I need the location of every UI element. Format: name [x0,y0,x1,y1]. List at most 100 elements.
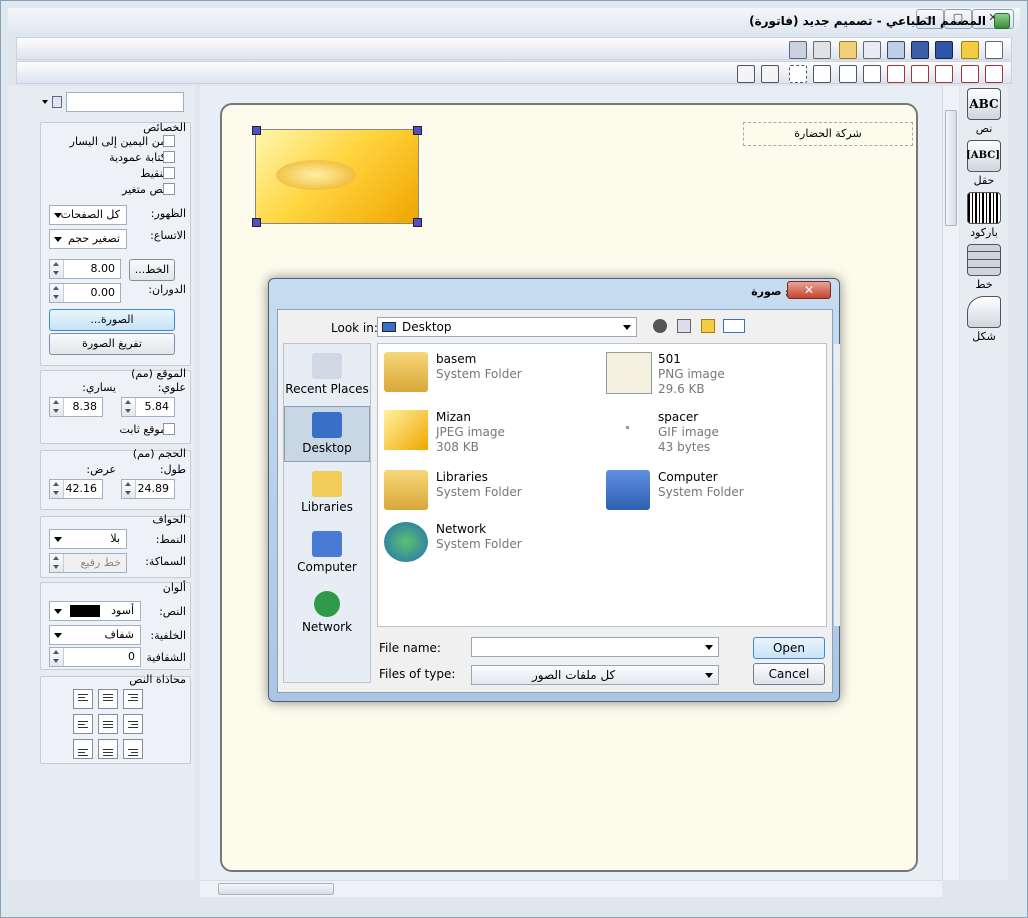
dotted-checkbox[interactable] [163,167,175,179]
place-label: Computer [297,560,357,574]
shape-tool[interactable]: شكل [963,296,1005,343]
align-top-right-button[interactable] [123,689,143,709]
company-text-field[interactable]: شركة الحضارة [743,122,913,146]
vertical-text-checkbox[interactable] [163,151,175,163]
chevron-down-icon[interactable] [42,100,48,104]
align-hcenter-icon[interactable] [839,65,857,83]
center-icon[interactable] [863,65,881,83]
copy-icon[interactable] [863,41,881,59]
clear-image-button[interactable]: تفريغ الصورة [49,333,175,355]
vertical-scrollbar[interactable] [942,86,959,880]
visibility-select[interactable]: كل الصفحات [49,205,127,225]
bg-color-select[interactable]: شفاف [49,625,141,645]
dialog-close-button[interactable]: ✕ [787,281,831,299]
align-right-icon[interactable] [935,65,953,83]
align-bottom-left-button[interactable] [73,739,93,759]
filetype-select[interactable]: كل ملفات الصور [471,665,719,685]
resize-handle[interactable] [252,126,261,135]
horizontal-scrollbar[interactable] [200,880,942,897]
file-item[interactable]: 501 PNG image 29.6 KB [606,352,725,397]
image-button[interactable]: الصورة... [49,309,175,331]
align-top-left-button[interactable] [73,689,93,709]
up-folder-icon[interactable] [677,319,691,333]
file-list-scrollbar[interactable] [834,344,840,626]
look-in-select[interactable]: Desktop [377,317,637,337]
align-left-icon[interactable] [911,65,929,83]
cancel-button[interactable]: Cancel [753,663,825,685]
text-tool[interactable]: ABC نص [963,88,1005,135]
field-tool[interactable]: [ABC] حقل [963,140,1005,187]
open-button[interactable]: Open [753,637,825,659]
spinner-arrows[interactable] [50,480,64,498]
line-tool[interactable]: خط [963,244,1005,291]
selected-image[interactable] [252,126,422,227]
spinner-arrows[interactable] [50,648,64,666]
align-middle-right-button[interactable] [123,714,143,734]
look-in-label: Look in: [331,321,378,335]
place-network[interactable]: Network [284,586,370,642]
select-all-icon[interactable] [789,65,807,83]
length-spinner[interactable]: 24.89 [121,479,175,499]
align-top-center-button[interactable] [98,689,118,709]
file-item[interactable]: Network System Folder [384,522,522,562]
resize-handle[interactable] [252,218,261,227]
save-as-icon[interactable] [911,41,929,59]
left-spinner[interactable]: 8.38 [49,397,103,417]
new-folder-icon[interactable] [701,319,715,333]
place-recent[interactable]: Recent Places [284,348,370,404]
border-style-select[interactable]: بلا [49,529,127,549]
spinner-arrows[interactable] [122,480,136,498]
rtl-checkbox[interactable] [163,135,175,147]
save-icon[interactable] [935,41,953,59]
variable-text-checkbox[interactable] [163,183,175,195]
align-middle-left-button[interactable] [73,714,93,734]
spinner-arrows[interactable] [50,260,64,278]
open-folder-icon[interactable] [961,41,979,59]
element-selector[interactable] [66,92,184,112]
scroll-thumb[interactable] [945,110,957,226]
bring-front-icon[interactable] [737,65,755,83]
place-libraries[interactable]: Libraries [284,466,370,522]
spinner-arrows[interactable] [50,554,64,572]
stretch-select[interactable]: تصغير حجم [49,229,127,249]
text-color-select[interactable]: أسود [49,601,141,621]
barcode-tool[interactable]: باركود [963,192,1005,239]
send-back-icon[interactable] [761,65,779,83]
back-icon[interactable] [653,319,667,333]
align-vcenter-icon[interactable] [813,65,831,83]
top-spinner[interactable]: 5.84 [121,397,175,417]
place-computer[interactable]: Computer [284,526,370,582]
align-bottom-right-button[interactable] [123,739,143,759]
thickness-spinner[interactable]: خط رفيع [49,553,127,573]
file-item[interactable]: Libraries System Folder [384,470,522,510]
resize-handle[interactable] [413,218,422,227]
view-menu-icon[interactable] [723,319,745,333]
font-size-spinner[interactable]: 8.00 [49,259,121,279]
spinner-arrows[interactable] [50,398,64,416]
fixed-position-checkbox[interactable] [163,423,175,435]
spinner-arrows[interactable] [50,284,64,302]
align-bottom-center-button[interactable] [98,739,118,759]
new-file-icon[interactable] [985,41,1003,59]
print-icon[interactable] [813,41,831,59]
filename-input[interactable] [471,637,719,657]
align-bottom-icon[interactable] [985,65,1003,83]
opacity-spinner[interactable]: 0 [49,647,141,667]
file-item[interactable]: spacer GIF image 43 bytes [606,410,719,455]
file-item[interactable]: Computer System Folder [606,470,744,510]
width-spinner[interactable]: 42.16 [49,479,103,499]
align-middle-center-button[interactable] [98,714,118,734]
file-item[interactable]: Mizan JPEG image 308 KB [384,410,505,455]
paste-icon[interactable] [839,41,857,59]
file-item[interactable]: basem System Folder [384,352,522,392]
cut-icon[interactable] [887,41,905,59]
resize-handle[interactable] [413,126,422,135]
align-top-icon[interactable] [961,65,979,83]
place-desktop[interactable]: Desktop [284,406,370,462]
align-middle-icon[interactable] [887,65,905,83]
rotation-spinner[interactable]: 0.00 [49,283,121,303]
scroll-thumb[interactable] [218,883,334,895]
print-preview-icon[interactable] [789,41,807,59]
spinner-arrows[interactable] [122,398,136,416]
font-button[interactable]: الخط... [129,259,175,281]
